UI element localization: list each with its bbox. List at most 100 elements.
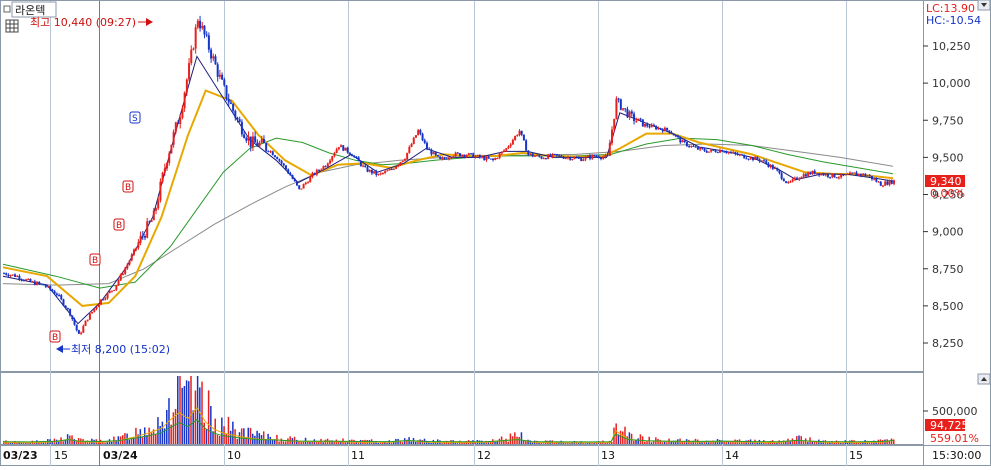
current-volume: 94,725 xyxy=(930,419,969,432)
candle-body xyxy=(311,173,314,177)
candle-body xyxy=(813,170,816,174)
candle-body xyxy=(866,175,869,177)
candle-body xyxy=(855,172,858,176)
candle-body xyxy=(386,170,389,172)
candle-body xyxy=(826,174,829,177)
candle-body xyxy=(201,25,204,29)
candle-body xyxy=(644,123,647,127)
candle-body xyxy=(278,159,281,161)
candle-body xyxy=(864,173,867,176)
candle-body xyxy=(91,311,94,314)
candle-body xyxy=(406,152,409,160)
x-label: 03/24 xyxy=(103,449,138,462)
volume-bar xyxy=(243,428,245,444)
candle-body xyxy=(600,157,603,159)
candle-body xyxy=(456,152,459,154)
volume-bar xyxy=(379,442,382,444)
volume-bar xyxy=(430,442,432,444)
volume-bar xyxy=(833,442,836,444)
menu-icon[interactable] xyxy=(3,5,11,13)
candle-body xyxy=(630,111,633,114)
candle-body xyxy=(11,274,14,276)
candle-body xyxy=(243,134,246,139)
candle-body xyxy=(340,145,343,148)
candle-body xyxy=(571,158,574,160)
candle-body xyxy=(267,150,270,152)
volume-bar xyxy=(262,431,265,444)
volume-bar xyxy=(205,429,208,444)
y-tick-label: 9,500 xyxy=(932,151,964,164)
candle-body xyxy=(362,165,365,167)
scroll-down-button[interactable] xyxy=(977,0,991,11)
candle-body xyxy=(604,155,607,157)
candle-body xyxy=(216,64,219,77)
candle-body xyxy=(53,291,56,294)
candle-body xyxy=(366,167,369,172)
candle-body xyxy=(113,289,116,291)
candle-body xyxy=(14,274,17,277)
candle-body xyxy=(227,98,230,103)
candle-body xyxy=(791,179,794,182)
candle-body xyxy=(888,180,891,185)
volume-bar xyxy=(377,443,380,444)
candle-body xyxy=(3,273,5,275)
candle-body xyxy=(699,147,702,150)
candle-body xyxy=(20,279,23,281)
volume-bar xyxy=(842,442,844,444)
volume-bar xyxy=(410,441,413,444)
candle-body xyxy=(287,169,290,174)
candle-body xyxy=(115,284,118,290)
candle-body xyxy=(423,140,426,143)
candle-body xyxy=(192,48,195,50)
high-label: 최고 10,440 (09:27) xyxy=(30,16,136,29)
x-label: 12 xyxy=(477,449,491,462)
candle-body xyxy=(492,158,495,160)
candle-body xyxy=(542,158,545,160)
candle-body xyxy=(86,319,89,321)
volume-bar xyxy=(868,442,871,444)
candle-body xyxy=(796,177,799,180)
volume-bar xyxy=(141,436,144,444)
candle-body xyxy=(104,298,107,300)
candle-body xyxy=(168,153,171,163)
scroll-up-button[interactable] xyxy=(977,373,991,385)
candle-body xyxy=(344,147,347,151)
candle-body xyxy=(269,151,272,153)
volume-bar xyxy=(155,434,157,444)
candle-body xyxy=(185,79,188,93)
volume-bar xyxy=(139,429,142,444)
candle-body xyxy=(470,153,473,155)
candle-body xyxy=(536,155,539,157)
volume-bar xyxy=(390,442,393,444)
candle-body xyxy=(650,124,653,128)
candle-body xyxy=(271,151,274,156)
buy-marker: B xyxy=(122,180,134,193)
candle-body xyxy=(498,153,501,158)
candle-body xyxy=(771,164,774,169)
candle-body xyxy=(685,141,688,147)
candle-body xyxy=(148,221,151,223)
volume-bar xyxy=(729,442,732,444)
candle-body xyxy=(659,127,662,130)
candle-body xyxy=(573,157,576,159)
candle-body xyxy=(126,264,129,269)
volume-bar xyxy=(807,442,809,444)
candle-body xyxy=(234,110,237,118)
candle-body xyxy=(183,92,186,108)
candle-body xyxy=(476,155,479,157)
candle-body xyxy=(635,120,638,122)
candle-body xyxy=(159,181,162,201)
candle-body xyxy=(734,152,737,154)
candle-body xyxy=(318,169,321,171)
candle-body xyxy=(787,181,790,183)
volume-bar xyxy=(157,417,159,444)
candle-body xyxy=(564,157,567,159)
candle-body xyxy=(282,163,285,166)
candle-body xyxy=(580,158,583,161)
candle-body xyxy=(58,295,61,297)
candle-body xyxy=(395,166,398,169)
volume-bar xyxy=(441,442,443,444)
volume-bar xyxy=(150,432,153,444)
candle-body xyxy=(174,122,177,132)
grid-icon[interactable] xyxy=(5,19,19,33)
